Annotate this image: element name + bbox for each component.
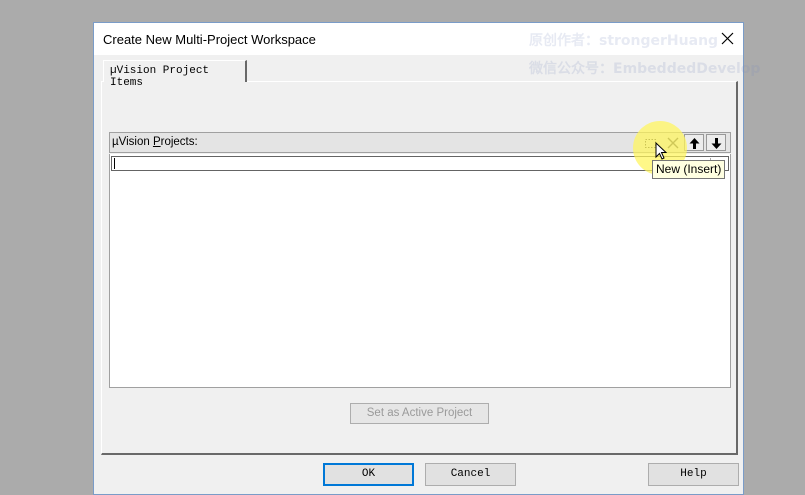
multi-project-dialog: Create New Multi-Project Workspace 原创作者：…	[93, 22, 760, 495]
ok-button[interactable]: OK	[323, 463, 414, 486]
cancel-button[interactable]: Cancel	[425, 463, 516, 486]
watermark-account: 微信公众号：EmbeddedDevelop	[529, 61, 761, 77]
title-bar[interactable]: Create New Multi-Project Workspace 原创作者：…	[94, 23, 743, 55]
mouse-pointer-icon	[655, 142, 667, 160]
watermark-author: 原创作者：strongerHuang	[529, 33, 719, 49]
window-title: Create New Multi-Project Workspace	[103, 32, 316, 47]
close-icon	[721, 32, 734, 45]
projects-label: µVision Projects:	[112, 136, 198, 148]
move-up-button[interactable]	[684, 134, 704, 151]
close-button[interactable]	[711, 23, 743, 55]
move-down-icon	[711, 138, 722, 149]
move-down-button[interactable]	[706, 134, 726, 151]
tab-label: µVision Project Items	[110, 65, 210, 89]
new-insert-tooltip: New (Insert)	[652, 160, 726, 179]
move-up-icon	[689, 138, 700, 149]
projects-list[interactable]	[109, 154, 731, 388]
tab-uvision-project-items[interactable]: µVision Project Items	[103, 60, 247, 89]
help-button[interactable]: Help	[648, 463, 739, 486]
text-caret	[114, 158, 115, 169]
set-active-project-button[interactable]: Set as Active Project	[350, 403, 489, 424]
